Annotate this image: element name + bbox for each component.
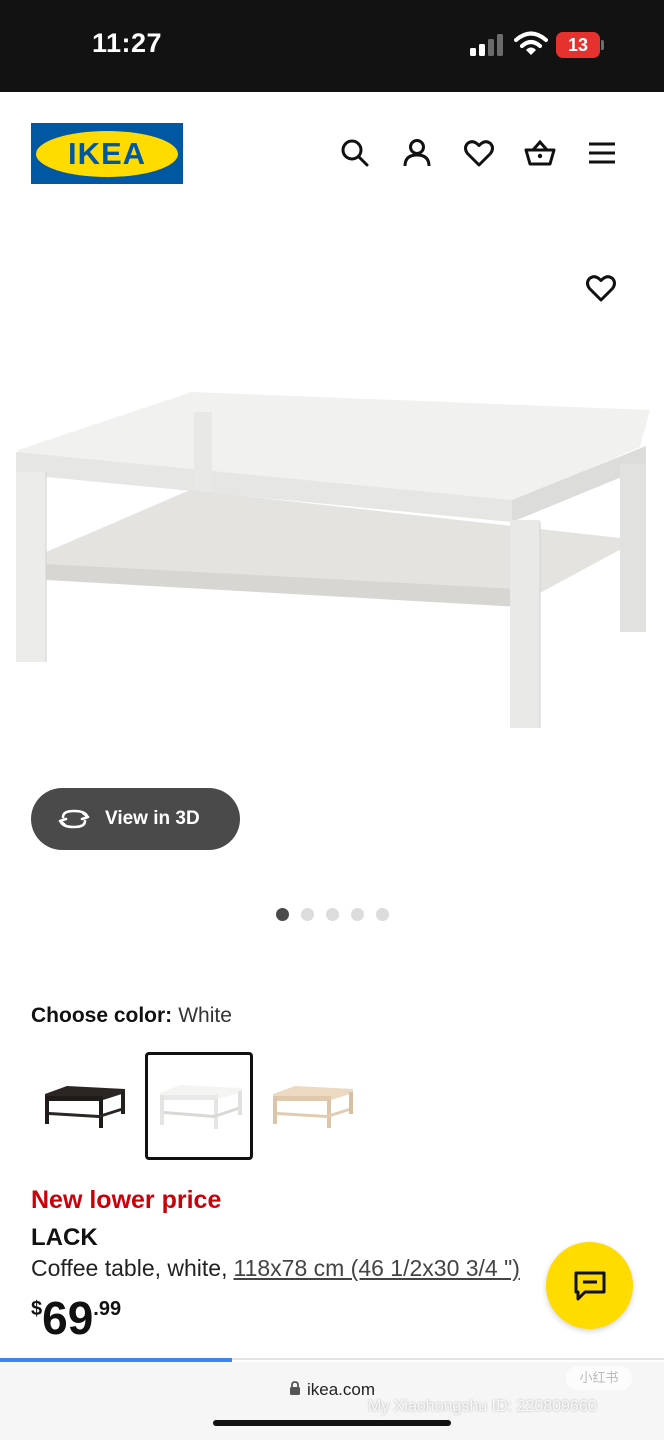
- selected-color-value: White: [178, 1004, 232, 1027]
- color-swatch-black-brown[interactable]: [31, 1052, 139, 1160]
- gallery-pagination[interactable]: [276, 908, 389, 921]
- color-chooser-label: Choose color: White: [31, 1004, 232, 1028]
- search-icon[interactable]: [339, 137, 371, 169]
- gallery-dot[interactable]: [376, 908, 389, 921]
- gallery-dot[interactable]: [276, 908, 289, 921]
- chat-icon: [574, 1271, 605, 1300]
- wifi-icon: [514, 30, 548, 58]
- browser-address-bar[interactable]: ikea.com 小红书 My Xiaohongshu ID: 22080966…: [0, 1362, 664, 1440]
- product-measurement-link[interactable]: 118x78 cm (46 1/2x30 3/4 "): [233, 1255, 519, 1281]
- product-description-text: Coffee table, white,: [31, 1255, 228, 1281]
- price-integer: 69: [42, 1292, 94, 1344]
- watermark-badge: 小红书: [566, 1366, 632, 1390]
- product-description: Coffee table, white, 118x78 cm (46 1/2x30…: [31, 1255, 551, 1282]
- battery-level: 13: [567, 35, 589, 55]
- chat-button[interactable]: [546, 1242, 633, 1329]
- signal-icon: [470, 34, 506, 56]
- basket-icon[interactable]: [524, 137, 556, 169]
- color-swatch-white[interactable]: [145, 1052, 253, 1160]
- heart-icon[interactable]: [463, 137, 495, 169]
- choose-color-label: Choose color:: [31, 1004, 173, 1027]
- watermark-text: My Xiaohongshu ID: 220809660: [368, 1398, 597, 1415]
- home-indicator[interactable]: [213, 1420, 451, 1426]
- gallery-dot[interactable]: [326, 908, 339, 921]
- product-gallery[interactable]: View in 3D: [0, 212, 664, 952]
- price-currency: $: [31, 1298, 43, 1320]
- view-in-3d-button[interactable]: View in 3D: [31, 788, 240, 850]
- battery-icon: 13: [556, 32, 604, 58]
- url-text: ikea.com: [306, 1380, 376, 1399]
- product-name: LACK: [31, 1224, 98, 1251]
- view-in-3d-label: View in 3D: [105, 808, 200, 829]
- gallery-dot[interactable]: [301, 908, 314, 921]
- gallery-dot[interactable]: [351, 908, 364, 921]
- rotate-3d-icon: [58, 809, 90, 829]
- menu-icon[interactable]: [586, 137, 618, 169]
- status-time: 11:27: [92, 28, 163, 58]
- product-image: [16, 392, 650, 728]
- url-display[interactable]: ikea.com: [0, 1380, 664, 1400]
- promo-label: New lower price: [31, 1186, 222, 1214]
- color-swatch-white-stained-oak[interactable]: [259, 1052, 367, 1160]
- logo-text: IKEA: [67, 135, 147, 171]
- product-price: $69.99: [31, 1292, 121, 1344]
- user-icon[interactable]: [401, 137, 433, 169]
- status-bar: 11:27 13: [0, 0, 664, 92]
- favorite-heart-icon[interactable]: [585, 272, 617, 304]
- ikea-logo[interactable]: IKEA: [31, 123, 183, 184]
- lock-icon: [289, 1381, 300, 1395]
- site-header: IKEA: [0, 92, 664, 212]
- price-decimal: .99: [93, 1298, 122, 1320]
